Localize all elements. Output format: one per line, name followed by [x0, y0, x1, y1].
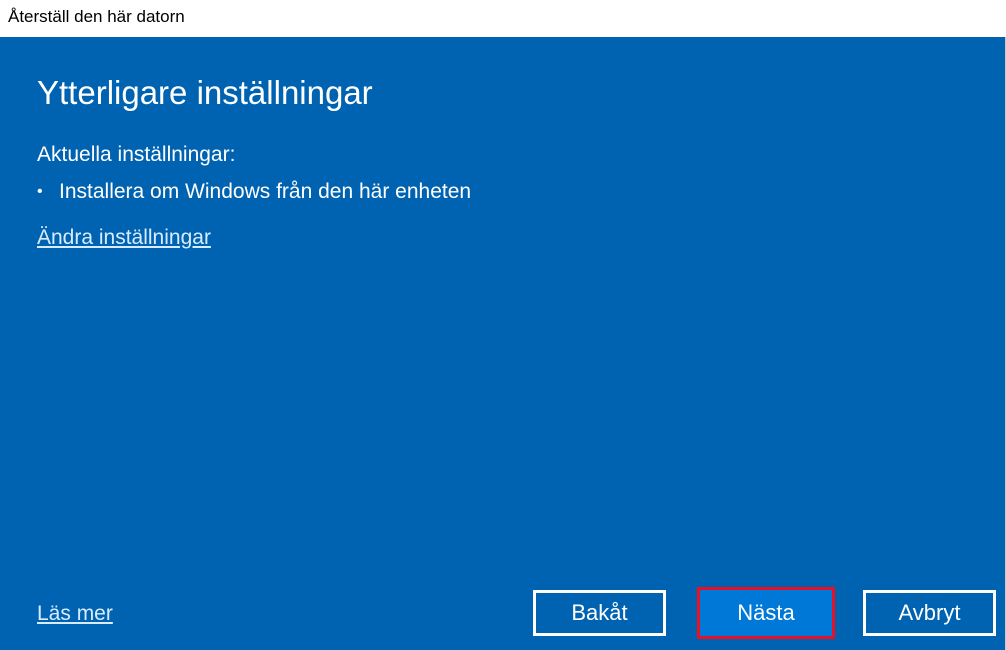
current-settings-label: Aktuella inställningar:	[37, 143, 236, 166]
bullet-icon: •	[37, 183, 43, 200]
content-panel: Ytterligare inställningar Aktuella instä…	[0, 37, 1005, 650]
setting-text: Installera om Windows från den här enhet…	[59, 180, 472, 203]
reset-pc-window: Återställ den här datorn Ytterligare ins…	[0, 0, 1006, 650]
cancel-button[interactable]: Avbryt	[863, 590, 996, 636]
list-item: • Installera om Windows från den här enh…	[37, 179, 471, 205]
current-settings-list: • Installera om Windows från den här enh…	[37, 179, 471, 205]
next-button[interactable]: Nästa	[697, 587, 835, 639]
page-title: Ytterligare inställningar	[37, 74, 373, 111]
back-button[interactable]: Bakåt	[533, 590, 666, 636]
change-settings-link[interactable]: Ändra inställningar	[37, 225, 211, 251]
window-title: Återställ den här datorn	[0, 0, 1006, 37]
learn-more-link[interactable]: Läs mer	[37, 601, 113, 627]
